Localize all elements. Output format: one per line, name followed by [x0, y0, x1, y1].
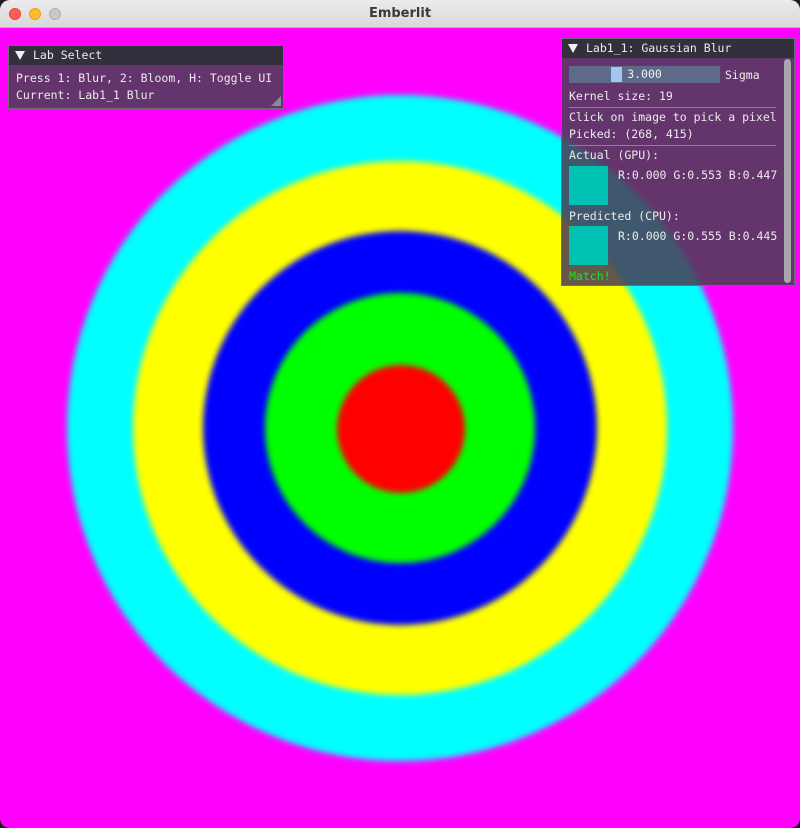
lab-select-current: Current: Lab1_1 Blur	[16, 88, 155, 102]
kernel-size-text: Kernel size: 19	[569, 89, 673, 103]
blur-panel-header[interactable]: Lab1_1: Gaussian Blur	[562, 39, 794, 58]
collapse-triangle-icon[interactable]	[15, 51, 25, 60]
app-window: Emberlit Lab Select Press 1: Blur, 2: Bl…	[0, 0, 800, 828]
sigma-slider[interactable]: 3.000	[569, 66, 720, 83]
predicted-cpu-label: Predicted (CPU):	[569, 209, 680, 223]
lab-select-instructions: Press 1: Blur, 2: Bloom, H: Toggle UI	[16, 71, 273, 85]
sigma-label: Sigma	[725, 68, 760, 82]
predicted-rgb-values: R:0.000 G:0.555 B:0.445	[618, 229, 778, 243]
panel-scrollbar[interactable]	[784, 59, 791, 283]
separator	[569, 107, 776, 108]
match-status: Match!	[569, 269, 611, 283]
predicted-color-swatch	[569, 226, 608, 265]
actual-color-swatch	[569, 166, 608, 205]
lab-select-title: Lab Select	[33, 48, 103, 62]
actual-rgb-values: R:0.000 G:0.553 B:0.447	[618, 168, 778, 182]
title-bar: Emberlit	[0, 0, 800, 28]
lab-select-panel: Lab Select Press 1: Blur, 2: Bloom, H: T…	[8, 45, 284, 109]
resize-grip-icon[interactable]	[271, 96, 281, 106]
red-center	[337, 365, 465, 493]
separator	[569, 145, 776, 146]
gaussian-blur-panel: Lab1_1: Gaussian Blur 3.000 Sigma Kernel…	[561, 38, 795, 286]
picked-coordinates: Picked: (268, 415)	[569, 127, 694, 141]
actual-gpu-label: Actual (GPU):	[569, 148, 660, 162]
lab-select-header[interactable]: Lab Select	[9, 46, 283, 65]
collapse-triangle-icon[interactable]	[568, 44, 578, 53]
blur-panel-title: Lab1_1: Gaussian Blur	[586, 41, 732, 55]
pick-hint-text: Click on image to pick a pixel	[569, 110, 777, 124]
window-title: Emberlit	[368, 6, 432, 21]
render-viewport[interactable]: Lab Select Press 1: Blur, 2: Bloom, H: T…	[0, 28, 800, 828]
sigma-value: 3.000	[627, 67, 662, 81]
